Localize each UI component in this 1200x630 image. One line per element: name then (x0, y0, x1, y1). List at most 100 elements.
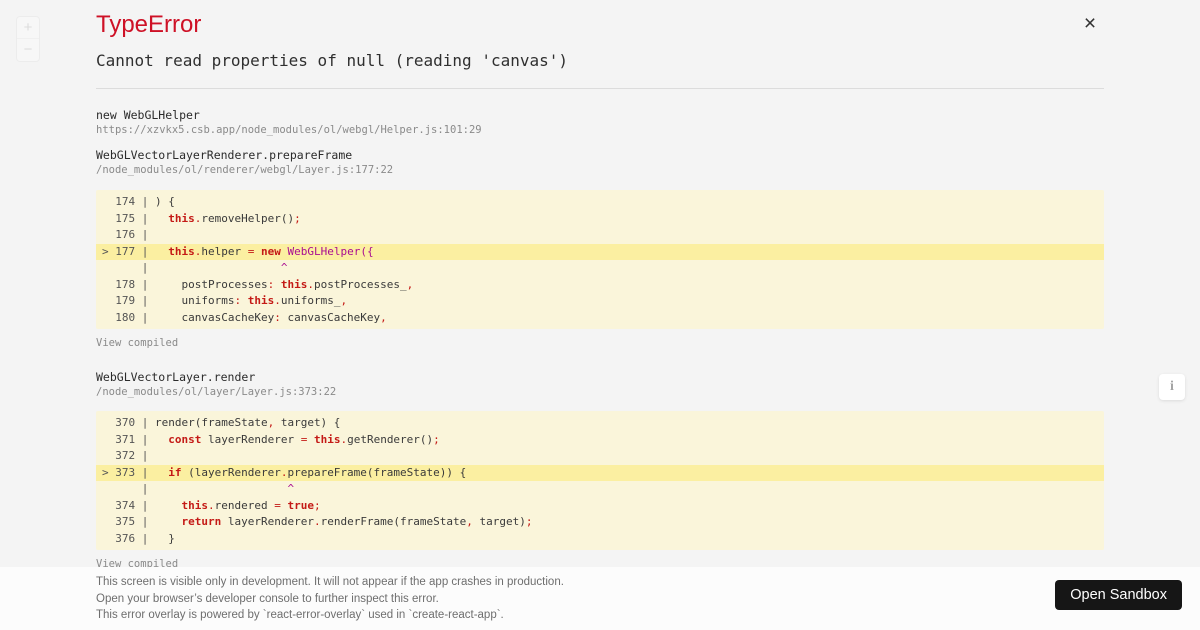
code-segment: uniforms_ (280, 294, 341, 307)
code-segment: prepareFrame(frameState)) { (287, 465, 467, 479)
code-segment: 174 | (102, 195, 155, 208)
code-segment: return (181, 515, 222, 528)
code-segment: postProcesses (154, 277, 268, 291)
code-segment: 372 | (102, 449, 155, 462)
code-segment: 175 | (102, 211, 155, 225)
footer-line: This screen is visible only in developme… (96, 576, 564, 588)
code-segment: . (307, 277, 314, 291)
code-line: | ^ (96, 481, 1104, 498)
stack-frame-location: /node_modules/ol/renderer/webgl/Layer.js… (96, 164, 394, 176)
code-segment: const (168, 432, 202, 446)
code-line: 372 | (96, 448, 1104, 465)
code-line: 175 | this.removeHelper(); (96, 211, 1104, 228)
code-segment: 375 | (102, 515, 155, 528)
code-line: 179 | uniforms: this.uniforms_, (96, 293, 1104, 310)
code-segment: uniforms (154, 294, 235, 307)
code-segment: . (313, 515, 321, 528)
code-segment: , (406, 277, 414, 291)
code-segment: renderFrame(frameState (320, 515, 467, 528)
info-icon[interactable]: i (1159, 374, 1185, 400)
stack-frame-function: WebGLVectorLayer.render (96, 370, 256, 384)
code-segment: this (247, 294, 275, 307)
code-segment: this (313, 432, 341, 446)
code-line: 180 | canvasCacheKey: canvasCacheKey, (96, 310, 1104, 327)
code-segment: new (260, 244, 281, 258)
code-line: 176 | (96, 227, 1104, 244)
code-segment: = (274, 498, 281, 512)
code-segment: target) (472, 515, 526, 528)
code-segment: } (154, 531, 175, 545)
code-line: | ^ (96, 260, 1104, 277)
stack-frame-function: WebGLVectorLayerRenderer.prepareFrame (96, 148, 353, 162)
zoom-out-button[interactable]: − (17, 39, 39, 61)
code-segment: removeHelper() (201, 211, 295, 225)
code-line: 174 | ) { (96, 194, 1104, 211)
close-icon[interactable]: × (1078, 12, 1102, 36)
code-segment: ; (294, 211, 301, 225)
error-overlay: + − × TypeError Cannot read properties o… (0, 0, 1200, 630)
dev-footer: This screen is visible only in developme… (0, 567, 1200, 630)
code-segment: , (380, 310, 387, 324)
open-sandbox-button[interactable]: Open Sandbox (1055, 580, 1182, 610)
code-line: 371 | const layerRenderer = this.getRend… (96, 432, 1104, 449)
code-segment: 178 | (102, 277, 155, 291)
code-segment: this (280, 277, 308, 291)
code-segment: ; (433, 432, 440, 446)
code-segment: canvasCacheKey (154, 310, 275, 324)
code-frame: 174 | ) { 175 | this.removeHelper(); 176… (96, 190, 1104, 329)
footer-text: This screen is visible only in developme… (96, 574, 564, 624)
code-segment: helper (201, 244, 248, 258)
code-line: 370 | render(frameState, target) { (96, 415, 1104, 432)
zoom-in-button[interactable]: + (17, 17, 39, 39)
code-segment: canvasCacheKey (280, 310, 381, 324)
code-segment: 374 | (102, 498, 155, 512)
code-frame: 370 | render(frameState, target) { 371 |… (96, 411, 1104, 550)
code-segment: 176 | (102, 228, 155, 241)
code-segment: getRenderer() (347, 432, 434, 446)
stack-frame-location: https://xzvkx5.csb.app/node_modules/ol/w… (96, 124, 482, 136)
code-segment: > 177 | (102, 244, 155, 258)
code-line: > 373 | if (layerRenderer.prepareFrame(f… (96, 464, 1104, 481)
code-line: 376 | } (96, 531, 1104, 548)
code-segment: this (168, 211, 195, 225)
footer-line: This error overlay is powered by `react-… (96, 609, 504, 621)
code-segment: . (274, 294, 281, 307)
code-segment: ^ (287, 482, 295, 495)
map-zoom-controls: + − (16, 16, 40, 62)
error-title: TypeError (96, 11, 202, 38)
code-segment: target) { (274, 416, 341, 429)
view-compiled-link[interactable]: View compiled (96, 337, 178, 349)
code-segment: this (181, 498, 208, 512)
code-segment: ; (525, 515, 533, 528)
code-line: 375 | return layerRenderer.renderFrame(f… (96, 514, 1104, 531)
code-line: > 177 | this.helper = new WebGLHelper({ (96, 243, 1104, 260)
code-segment: , (340, 294, 348, 307)
code-segment: ; (313, 498, 321, 512)
code-segment: if (168, 465, 182, 479)
code-segment: layerRenderer (221, 515, 314, 528)
code-segment: 376 | (102, 531, 155, 545)
code-segment: this (168, 244, 195, 258)
code-segment: : (274, 310, 281, 324)
code-segment: . (207, 498, 215, 512)
code-segment: | (102, 261, 155, 274)
divider (96, 88, 1104, 89)
code-line: 374 | this.rendered = true; (96, 498, 1104, 515)
code-segment: render(frameState (154, 416, 268, 429)
code-segment: 180 | (102, 310, 155, 324)
code-segment: postProcesses_ (313, 277, 407, 291)
code-segment: ) { (154, 195, 175, 208)
error-message: Cannot read properties of null (reading … (96, 51, 569, 70)
